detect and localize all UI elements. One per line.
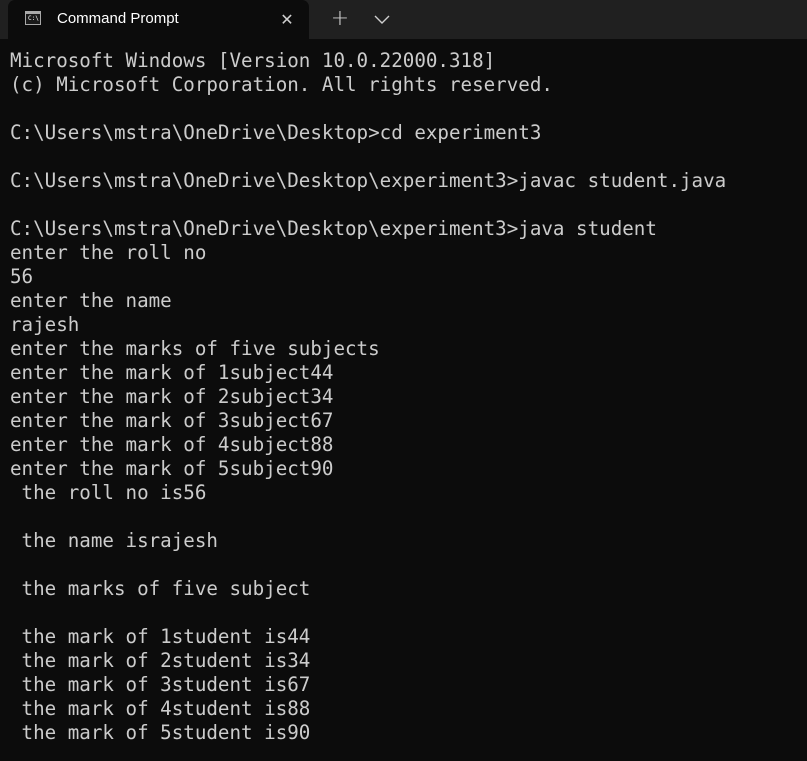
terminal-line: (c) Microsoft Corporation. All rights re… (10, 73, 553, 96)
terminal-line: enter the mark of 2subject34 (10, 385, 334, 408)
tab-command-prompt[interactable]: C:\ Command Prompt ✕ (8, 0, 309, 39)
terminal-line: enter the mark of 5subject90 (10, 457, 334, 480)
terminal-line: the mark of 5student is90 (10, 721, 311, 744)
terminal-line: rajesh (10, 313, 80, 336)
terminal-line: C:\Users\mstra\OneDrive\Desktop\experime… (10, 217, 657, 240)
terminal-line: Microsoft Windows [Version 10.0.22000.31… (10, 49, 496, 72)
terminal-line: the mark of 3student is67 (10, 673, 311, 696)
terminal-line: the mark of 2student is34 (10, 649, 311, 672)
terminal-line: the mark of 1student is44 (10, 625, 311, 648)
terminal-line: enter the marks of five subjects (10, 337, 380, 360)
terminal-line: the roll no is56 (10, 481, 207, 504)
terminal-line: enter the mark of 4subject88 (10, 433, 334, 456)
terminal-line: enter the roll no (10, 241, 207, 264)
terminal-output[interactable]: Microsoft Windows [Version 10.0.22000.31… (10, 49, 807, 761)
chevron-down-icon[interactable] (371, 10, 393, 30)
tab-title: Command Prompt (57, 10, 179, 27)
terminal-line: the name israjesh (10, 529, 218, 552)
close-tab-icon[interactable]: ✕ (277, 10, 297, 30)
title-bar: C:\ Command Prompt ✕ + (0, 0, 807, 39)
terminal-line: enter the name (10, 289, 172, 312)
terminal-line: enter the mark of 1subject44 (10, 361, 334, 384)
cmd-icon: C:\ (25, 11, 41, 25)
terminal-line: C:\Users\mstra\OneDrive\Desktop\experime… (10, 169, 727, 192)
new-tab-icon[interactable]: + (329, 8, 351, 30)
terminal-line: the marks of five subject (10, 577, 311, 600)
terminal-line: 56 (10, 265, 34, 288)
command-prompt-window: C:\ Command Prompt ✕ + Microsoft Windows… (0, 0, 807, 761)
terminal-line: the mark of 4student is88 (10, 697, 311, 720)
terminal-line: C:\Users\mstra\OneDrive\Desktop>cd exper… (10, 121, 542, 144)
terminal-line: enter the mark of 3subject67 (10, 409, 334, 432)
